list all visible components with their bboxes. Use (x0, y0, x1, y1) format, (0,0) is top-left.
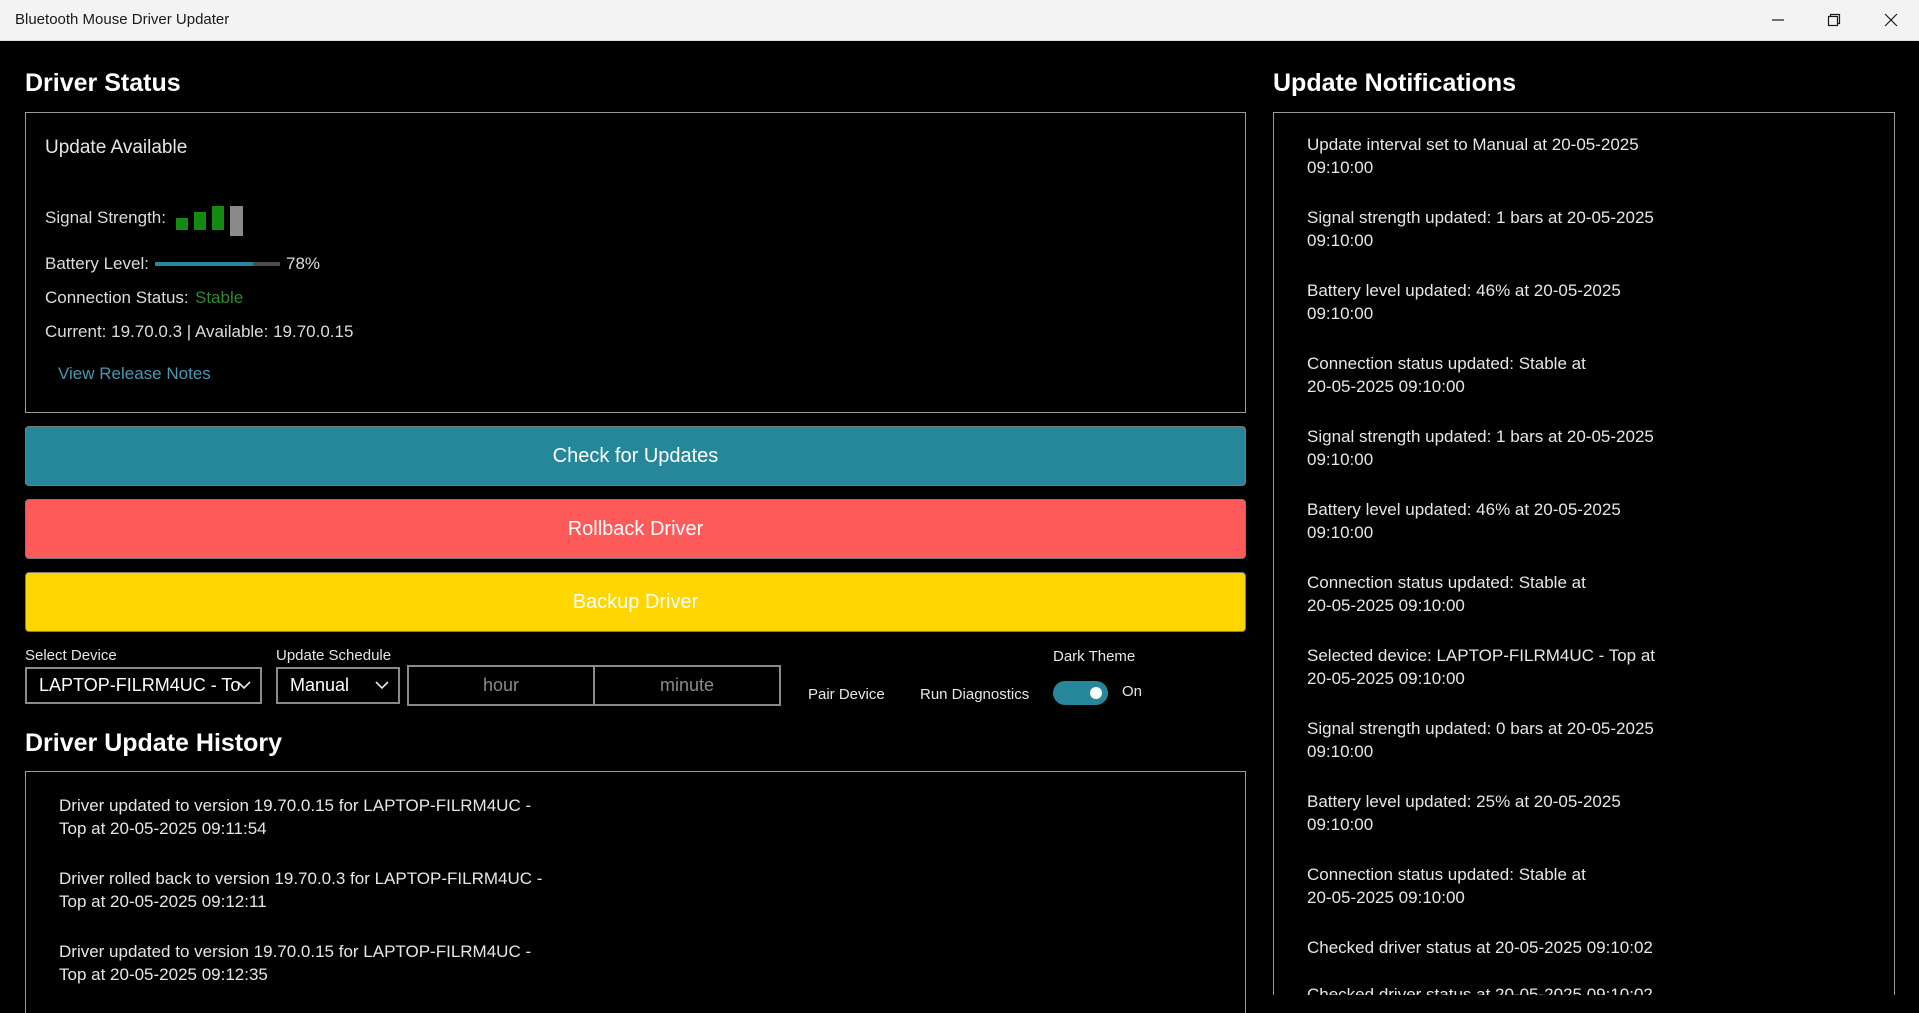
notification-line: Signal strength updated: 1 bars at 20-05… (1307, 208, 1654, 227)
notifications-list[interactable]: Update interval set to Manual at 20-05-2… (1273, 112, 1895, 995)
notification-item: Connection status updated: Stable at 20-0… (1307, 571, 1707, 617)
notification-line: 20-05-2025 09:10:00 (1307, 888, 1465, 907)
notification-line: 09:10:00 (1307, 742, 1374, 761)
notification-line: Signal strength updated: 1 bars at 20-05… (1307, 427, 1654, 446)
close-icon (1884, 13, 1898, 27)
history-item: Driver rolled back to version 19.70.0.3 … (59, 867, 619, 913)
notification-item: Signal strength updated: 1 bars at 20-05… (1307, 425, 1707, 471)
notification-item: Battery level updated: 25% at 20-05-2025… (1307, 790, 1707, 836)
notification-line: 09:10:00 (1307, 450, 1374, 469)
notification-line: 20-05-2025 09:10:00 (1307, 669, 1465, 688)
notification-line: Connection status updated: Stable at (1307, 354, 1586, 373)
notification-line: 20-05-2025 09:10:00 (1307, 596, 1465, 615)
run-diagnostics-button[interactable]: Run Diagnostics (920, 686, 1029, 703)
battery-level-label: Battery Level: (45, 254, 149, 273)
notifications-heading: Update Notifications (1273, 69, 1517, 97)
notification-item: Connection status updated: Stable at 20-0… (1307, 352, 1707, 398)
history-heading: Driver Update History (25, 729, 283, 757)
restore-icon (1827, 13, 1841, 27)
schedule-select-value: Manual (290, 675, 350, 695)
minimize-button[interactable] (1750, 0, 1806, 40)
rollback-driver-button[interactable]: Rollback Driver (25, 499, 1246, 559)
driver-status-panel: Update Available Signal Strength: Batter… (25, 112, 1246, 413)
notification-item: Battery level updated: 46% at 20-05-2025… (1307, 498, 1707, 544)
title-bar: Bluetooth Mouse Driver Updater (0, 0, 1919, 41)
notification-item: Battery level updated: 46% at 20-05-2025… (1307, 279, 1707, 325)
signal-bar (176, 218, 188, 230)
history-item-line: Top at 20-05-2025 09:12:35 (59, 965, 268, 984)
signal-bar (230, 206, 243, 236)
notification-item: Checked driver status at 20-05-2025 09:1… (1307, 983, 1707, 995)
view-release-notes-link[interactable]: View Release Notes (58, 364, 211, 384)
notification-line: Signal strength updated: 0 bars at 20-05… (1307, 719, 1654, 738)
connection-status-value: Stable (195, 288, 244, 307)
battery-level-bar (155, 262, 280, 266)
notification-line: 09:10:00 (1307, 523, 1374, 542)
backup-driver-button[interactable]: Backup Driver (25, 572, 1246, 632)
dark-theme-state: On (1122, 683, 1143, 700)
notification-line: 20-05-2025 09:10:00 (1307, 377, 1465, 396)
select-device-label: Select Device (25, 647, 117, 664)
notification-line: Connection status updated: Stable at (1307, 865, 1586, 884)
notification-item: Selected device: LAPTOP-FILRM4UC - Top a… (1307, 644, 1707, 690)
signal-bar (194, 212, 206, 230)
chevron-down-icon (237, 681, 251, 690)
driver-status-heading: Driver Status (25, 69, 181, 97)
notification-line: Battery level updated: 46% at 20-05-2025 (1307, 500, 1621, 519)
chevron-down-icon (375, 681, 389, 690)
notification-item: Update interval set to Manual at 20-05-2… (1307, 133, 1707, 179)
history-item-line: Top at 20-05-2025 09:12:11 (59, 892, 267, 911)
notification-line: 09:10:00 (1307, 304, 1374, 323)
notification-line: 09:10:00 (1307, 815, 1374, 834)
connection-status-label: Connection Status: (45, 288, 189, 307)
signal-strength-bars (176, 206, 256, 236)
pair-device-button[interactable]: Pair Device (808, 686, 885, 703)
notification-item: Signal strength updated: 0 bars at 20-05… (1307, 717, 1707, 763)
window-title: Bluetooth Mouse Driver Updater (15, 11, 230, 28)
check-for-updates-button[interactable]: Check for Updates (25, 426, 1246, 486)
battery-level-value: 78% (286, 254, 321, 273)
history-item-line: Driver updated to version 19.70.0.15 for… (59, 942, 532, 961)
dark-theme-label: Dark Theme (1053, 648, 1136, 665)
restore-button[interactable] (1806, 0, 1862, 40)
schedule-select[interactable]: Manual (276, 667, 400, 704)
history-item: Driver updated to version 19.70.0.15 for… (59, 794, 619, 840)
device-select-value: LAPTOP-FILRM4UC - To (39, 675, 241, 695)
notification-line: Battery level updated: 25% at 20-05-2025 (1307, 792, 1621, 811)
history-list[interactable]: Driver updated to version 19.70.0.15 for… (25, 771, 1246, 1013)
history-item-line: Driver rolled back to version 19.70.0.3 … (59, 869, 543, 888)
update-schedule-label: Update Schedule (276, 647, 392, 664)
dark-theme-toggle[interactable] (1053, 681, 1108, 705)
notification-line: 09:10:00 (1307, 231, 1374, 250)
close-button[interactable] (1863, 0, 1919, 40)
notification-line: Selected device: LAPTOP-FILRM4UC - Top a… (1307, 646, 1656, 665)
notification-line: Checked driver status at 20-05-2025 09:1… (1307, 985, 1653, 995)
hour-field[interactable]: hour (409, 667, 593, 704)
minimize-icon (1772, 19, 1784, 21)
signal-bar (212, 206, 224, 230)
notification-line: Update interval set to Manual at 20-05-2… (1307, 135, 1639, 154)
notification-item: Signal strength updated: 1 bars at 20-05… (1307, 206, 1707, 252)
history-item-line: Driver updated to version 19.70.0.15 for… (59, 796, 532, 815)
history-item-line: Top at 20-05-2025 09:11:54 (59, 819, 267, 838)
status-text: Update Available (45, 137, 188, 158)
notification-line: Checked driver status at 20-05-2025 09:1… (1307, 938, 1653, 957)
minute-field[interactable]: minute (593, 667, 779, 704)
version-text: Current: 19.70.0.3 | Available: 19.70.0.… (45, 322, 354, 341)
signal-strength-label: Signal Strength: (45, 208, 166, 227)
notification-line: 09:10:00 (1307, 158, 1374, 177)
notification-line: Connection status updated: Stable at (1307, 573, 1586, 592)
notification-item: Checked driver status at 20-05-2025 09:1… (1307, 936, 1707, 959)
notification-item: Connection status updated: Stable at 20-0… (1307, 863, 1707, 909)
device-select[interactable]: LAPTOP-FILRM4UC - To (25, 667, 262, 704)
history-item: Driver updated to version 19.70.0.15 for… (59, 940, 619, 986)
toggle-knob (1090, 687, 1102, 699)
notification-line: Battery level updated: 46% at 20-05-2025 (1307, 281, 1621, 300)
battery-level-fill (155, 262, 253, 266)
time-picker[interactable]: hour minute (407, 665, 781, 706)
